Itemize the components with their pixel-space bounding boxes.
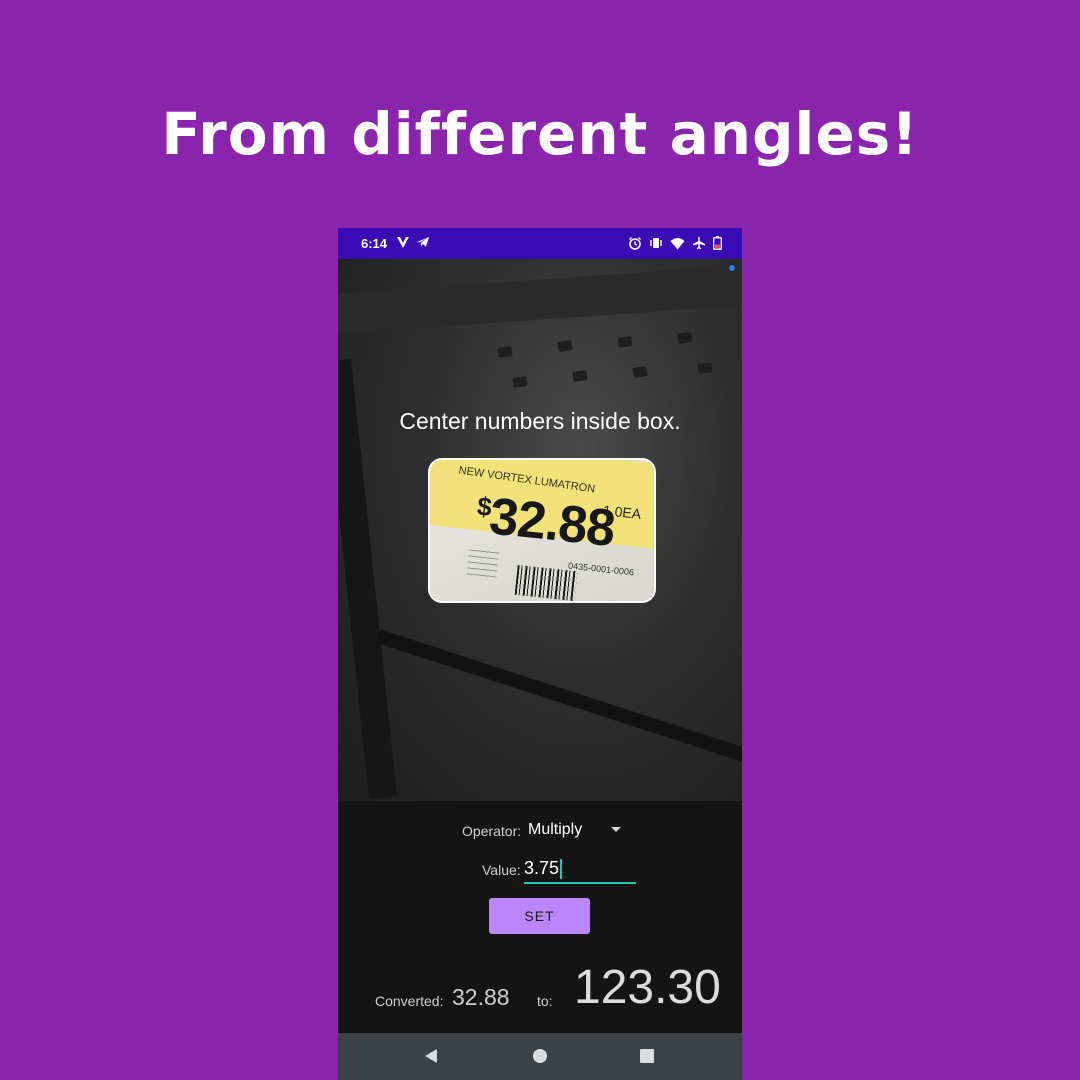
navigation-bar xyxy=(338,1033,742,1080)
scan-frame: NEW VORTEX LUMATRON $32.88 1.0EA 0435-00… xyxy=(428,458,656,603)
status-time: 6:14 xyxy=(361,236,388,251)
converted-label: Converted: xyxy=(375,993,444,1009)
converted-value: 32.88 xyxy=(452,984,510,1010)
alarm-icon xyxy=(628,236,642,250)
battery-low-icon xyxy=(713,236,722,250)
airplane-icon xyxy=(692,236,706,250)
controls-panel: Operator: Multiply Value: 3.75 SET Conve… xyxy=(338,801,742,1033)
camera-preview[interactable]: Center numbers inside box. NEW VORTEX LU… xyxy=(338,259,742,801)
back-icon[interactable] xyxy=(425,1049,437,1063)
vibrate-icon xyxy=(649,236,663,250)
chevron-down-icon[interactable] xyxy=(611,827,621,832)
recents-icon[interactable] xyxy=(640,1049,654,1063)
value-input[interactable]: 3.75 xyxy=(524,854,636,884)
to-label: to: xyxy=(537,993,553,1009)
operator-dropdown[interactable]: Multiply xyxy=(528,821,582,839)
promo-headline: From different angles! xyxy=(161,100,919,168)
scan-instruction: Center numbers inside box. xyxy=(399,408,681,434)
phone-screen: 6:14 Center numbers inside box. NEW VORT… xyxy=(338,228,742,1080)
result-value: 123.30 xyxy=(574,961,721,1014)
tag-fine-print xyxy=(466,544,500,578)
tag-code: 0435-0001-0006 xyxy=(567,560,635,578)
operator-label: Operator: xyxy=(462,823,522,839)
wifi-icon xyxy=(670,237,685,250)
set-button[interactable]: SET xyxy=(489,898,590,934)
home-icon[interactable] xyxy=(533,1049,547,1063)
value-label: Value: xyxy=(482,862,521,878)
status-bar: 6:14 xyxy=(338,228,742,259)
telegram-icon xyxy=(416,235,430,249)
vpn-v-icon xyxy=(396,235,410,249)
status-indicator-dot xyxy=(729,265,735,271)
